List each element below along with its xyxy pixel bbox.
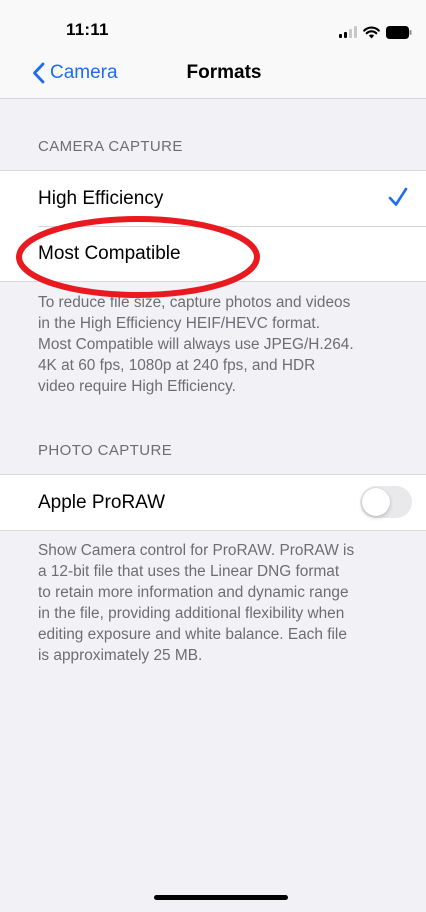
camera-capture-footer: To reduce file size, capture photos and … <box>38 292 408 397</box>
page-title: Formats <box>0 62 426 84</box>
photo-capture-header: PHOTO CAPTURE <box>38 442 173 459</box>
camera-capture-group: High Efficiency Most Compatible <box>0 170 426 282</box>
footer-line: video require High Efficiency. <box>38 378 236 395</box>
footer-line: in the file, providing additional flexib… <box>38 605 345 622</box>
apple-proraw-label: Apple ProRAW <box>38 491 166 513</box>
footer-line: editing exposure and white balance. Each… <box>38 626 347 643</box>
option-high-efficiency[interactable]: High Efficiency <box>0 171 426 226</box>
footer-line: Most Compatible will always use JPEG/H.2… <box>38 336 354 353</box>
footer-line: in the High Efficiency HEIF/HEVC format. <box>38 315 320 332</box>
status-icons <box>339 24 412 40</box>
footer-line: Show Camera control for ProRAW. ProRAW i… <box>38 542 355 559</box>
apple-proraw-toggle[interactable] <box>360 486 412 518</box>
photo-capture-footer: Show Camera control for ProRAW. ProRAW i… <box>38 540 408 666</box>
option-most-compatible[interactable]: Most Compatible <box>0 226 426 281</box>
cellular-signal-icon <box>339 26 357 38</box>
wifi-icon <box>363 26 380 38</box>
footer-line: 4K at 60 fps, 1080p at 240 fps, and HDR <box>38 357 316 374</box>
footer-line: is approximately 25 MB. <box>38 647 203 664</box>
toggle-knob <box>362 488 390 516</box>
header-bar: 11:11 Camera Formats <box>0 0 426 99</box>
page-title-text: Formats <box>186 62 262 83</box>
option-label: Most Compatible <box>38 242 181 264</box>
camera-capture-header: CAMERA CAPTURE <box>38 138 183 155</box>
home-indicator[interactable] <box>154 895 288 900</box>
checkmark-icon <box>388 187 408 206</box>
battery-icon <box>386 25 412 39</box>
footer-line: To reduce file size, capture photos and … <box>38 294 351 311</box>
option-label: High Efficiency <box>38 187 164 209</box>
status-time: 11:11 <box>66 20 109 39</box>
apple-proraw-row: Apple ProRAW <box>0 475 426 530</box>
footer-line: a 12-bit file that uses the Linear DNG f… <box>38 563 340 580</box>
settings-screen: 11:11 Camera Formats CAMERA CAPTURE High… <box>0 0 426 912</box>
photo-capture-group: Apple ProRAW <box>0 474 426 531</box>
footer-line: to retain more information and dynamic r… <box>38 584 349 601</box>
